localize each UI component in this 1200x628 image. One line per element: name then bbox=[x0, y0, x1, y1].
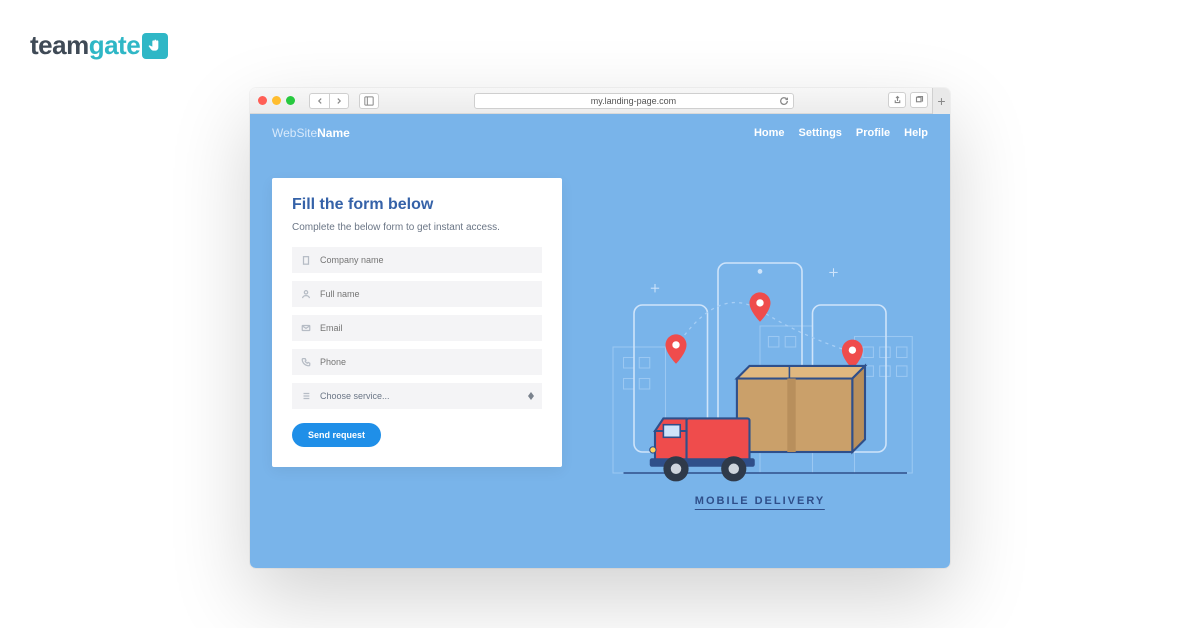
browser-window: my.landing-page.com + WebSiteName Home S… bbox=[250, 88, 950, 568]
company-field[interactable] bbox=[292, 247, 542, 273]
phone-icon bbox=[300, 356, 312, 368]
fullname-input[interactable] bbox=[320, 289, 534, 299]
nav-home[interactable]: Home bbox=[754, 127, 785, 139]
address-bar-url: my.landing-page.com bbox=[591, 96, 676, 106]
email-field[interactable] bbox=[292, 315, 542, 341]
page-viewport: WebSiteName Home Settings Profile Help F… bbox=[250, 114, 950, 568]
building-icon bbox=[300, 254, 312, 266]
forward-button[interactable] bbox=[329, 93, 349, 109]
site-nav: Home Settings Profile Help bbox=[754, 127, 928, 139]
service-placeholder: Choose service... bbox=[320, 391, 534, 401]
send-request-button[interactable]: Send request bbox=[292, 423, 381, 447]
form-subtitle: Complete the below form to get instant a… bbox=[292, 222, 542, 233]
site-header: WebSiteName Home Settings Profile Help bbox=[250, 114, 950, 148]
mail-icon bbox=[300, 322, 312, 334]
illustration-caption: MOBILE DELIVERY bbox=[695, 495, 825, 510]
maximize-window-icon[interactable] bbox=[286, 96, 295, 105]
reload-icon[interactable] bbox=[779, 96, 789, 106]
sidebar-toggle-button[interactable] bbox=[359, 93, 379, 109]
person-icon bbox=[300, 288, 312, 300]
logo-text-accent: gate bbox=[89, 30, 140, 61]
email-input[interactable] bbox=[320, 323, 534, 333]
nav-profile[interactable]: Profile bbox=[856, 127, 890, 139]
phone-field[interactable] bbox=[292, 349, 542, 375]
list-icon bbox=[300, 390, 312, 402]
close-window-icon[interactable] bbox=[258, 96, 267, 105]
teamgate-logo: teamgate bbox=[30, 30, 168, 61]
site-logo[interactable]: WebSiteName bbox=[272, 126, 350, 140]
share-button[interactable] bbox=[888, 92, 906, 108]
company-input[interactable] bbox=[320, 255, 534, 265]
traffic-lights bbox=[258, 96, 295, 105]
site-name-part2: Name bbox=[317, 126, 350, 140]
form-title: Fill the form below bbox=[292, 196, 542, 214]
history-nav bbox=[309, 93, 349, 109]
lead-form-card: Fill the form below Complete the below f… bbox=[272, 178, 562, 467]
address-bar[interactable]: my.landing-page.com bbox=[474, 93, 794, 109]
hero-illustration: MOBILE DELIVERY bbox=[592, 178, 928, 558]
tabs-button[interactable] bbox=[910, 92, 928, 108]
nav-settings[interactable]: Settings bbox=[799, 127, 842, 139]
browser-chrome-bar: my.landing-page.com + bbox=[250, 88, 950, 114]
hero-section: Fill the form below Complete the below f… bbox=[250, 148, 950, 558]
nav-help[interactable]: Help bbox=[904, 127, 928, 139]
new-tab-button[interactable]: + bbox=[932, 88, 950, 114]
fullname-field[interactable] bbox=[292, 281, 542, 307]
select-chevron-icon bbox=[528, 392, 534, 400]
hand-icon bbox=[142, 33, 168, 59]
site-name-part1: WebSite bbox=[272, 126, 317, 140]
minimize-window-icon[interactable] bbox=[272, 96, 281, 105]
logo-text-dark: team bbox=[30, 30, 89, 61]
back-button[interactable] bbox=[309, 93, 329, 109]
service-select[interactable]: Choose service... bbox=[292, 383, 542, 409]
phone-input[interactable] bbox=[320, 357, 534, 367]
